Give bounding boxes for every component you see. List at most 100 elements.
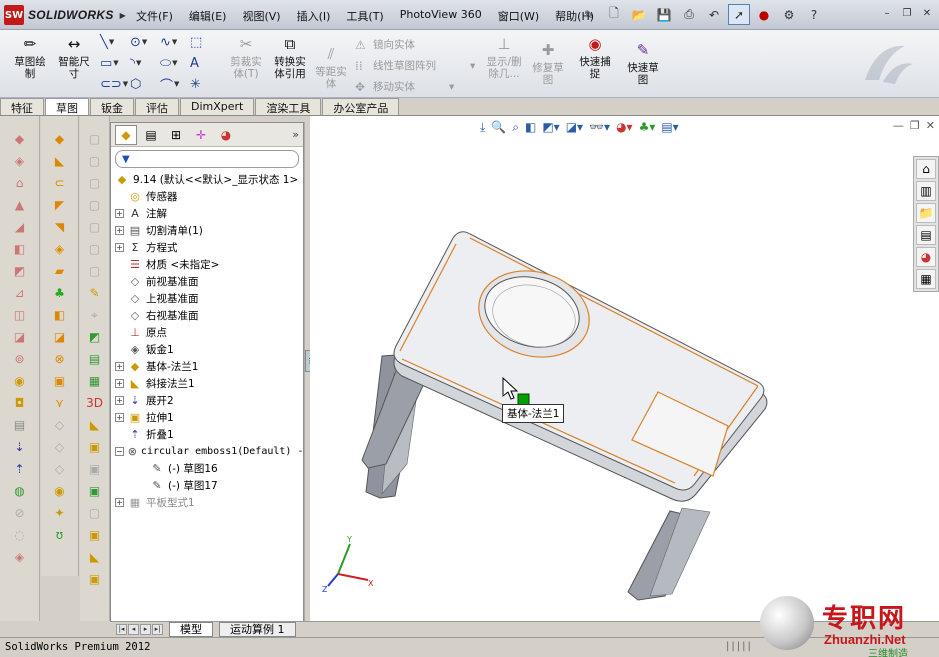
tree-item[interactable]: + ▣ 拉伸1 bbox=[111, 409, 303, 426]
3d-sketch-icon[interactable]: 3D bbox=[86, 394, 104, 412]
box-outline-5-icon[interactable]: ▢ bbox=[86, 218, 104, 236]
misc-tool-icon[interactable]: ◈ bbox=[11, 548, 29, 566]
instant3d-icon[interactable]: ◍ bbox=[11, 482, 29, 500]
fold-tool-icon[interactable]: ⋎ bbox=[51, 394, 69, 412]
tab-model[interactable]: 模型 bbox=[169, 622, 213, 637]
layer-icon[interactable]: ▤ bbox=[86, 350, 104, 368]
block-5-icon[interactable]: ▣ bbox=[86, 526, 104, 544]
close-icon[interactable]: ✕ bbox=[919, 6, 935, 21]
flatten-icon[interactable]: ◇ bbox=[51, 416, 69, 434]
linear-pattern-button[interactable]: ⁞⁞ 线性草图阵列 ▾ bbox=[355, 55, 475, 76]
sketch-button[interactable]: ✏ 草图绘 制 bbox=[8, 34, 52, 81]
expand-icon[interactable]: + bbox=[115, 243, 124, 252]
menu-tools[interactable]: 工具(T) bbox=[338, 6, 391, 26]
base-flange-tool-icon[interactable]: ◆ bbox=[51, 130, 69, 148]
next-tab-icon[interactable]: ▸ bbox=[140, 624, 151, 635]
hole-icon[interactable]: ⊚ bbox=[11, 350, 29, 368]
solidworks-resources-icon[interactable]: ⌂ bbox=[916, 159, 936, 179]
block-4-icon[interactable]: ▢ bbox=[86, 504, 104, 522]
quick-snaps-button[interactable]: ◉ 快速捕 捉 bbox=[574, 34, 616, 81]
expand-icon[interactable]: + bbox=[115, 226, 124, 235]
unfold-tool-icon[interactable]: ▣ bbox=[51, 372, 69, 390]
move-entities-button[interactable]: ✥ 移动实体 ▾ bbox=[355, 76, 475, 97]
menu-edit[interactable]: 编辑(E) bbox=[181, 6, 235, 26]
cross-break-icon[interactable]: ▰ bbox=[51, 262, 69, 280]
sweep-icon[interactable]: ⌂ bbox=[11, 174, 29, 192]
lofted-bend-icon[interactable]: ♣ bbox=[51, 284, 69, 302]
design-library-icon[interactable]: ▥ bbox=[916, 181, 936, 201]
tree-item[interactable]: ✎ (-) 草图17 bbox=[111, 477, 303, 494]
slot-icon[interactable]: ⊂⊃ ▼ bbox=[100, 75, 130, 93]
tab-dimxpert[interactable]: DimXpert bbox=[180, 98, 255, 115]
expand-icon[interactable]: + bbox=[115, 498, 124, 507]
spline-icon[interactable]: ∿ ▼ bbox=[160, 33, 190, 51]
mate-icon[interactable]: ◩ bbox=[86, 328, 104, 346]
circle-icon[interactable]: ⊙ ▼ bbox=[130, 33, 160, 51]
property-manager-tab-icon[interactable]: ▤ bbox=[140, 125, 162, 145]
appearances-icon[interactable]: ◕ bbox=[916, 247, 936, 267]
sketched-bend-icon[interactable]: ◈ bbox=[51, 240, 69, 258]
convert-entities-button[interactable]: ⧉ 转换实 体引用 bbox=[270, 34, 310, 81]
block-2-icon[interactable]: ▣ bbox=[86, 460, 104, 478]
menu-view[interactable]: 视图(V) bbox=[234, 6, 288, 26]
tree-item[interactable]: ◇ 前视基准面 bbox=[111, 273, 303, 290]
box-outline-6-icon[interactable]: ▢ bbox=[86, 240, 104, 258]
feature-tree-filter[interactable]: ▼ bbox=[115, 150, 299, 168]
insert-bends-icon[interactable]: ◉ bbox=[51, 482, 69, 500]
loft-icon[interactable]: ▲ bbox=[11, 196, 29, 214]
vent-icon[interactable]: ✦ bbox=[51, 504, 69, 522]
mirror-feature-icon[interactable]: ▤ bbox=[11, 416, 29, 434]
box-outline-icon[interactable]: ▢ bbox=[86, 130, 104, 148]
rapid-sketch-button[interactable]: ✎ 快速草 图 bbox=[622, 40, 664, 87]
menu-file[interactable]: 文件(F) bbox=[128, 6, 181, 26]
disabled-tool-icon[interactable]: ⊘ bbox=[11, 504, 29, 522]
tab-features[interactable]: 特征 bbox=[0, 98, 44, 115]
graphics-viewport[interactable]: ⤓ 🔍 ⌕ ◧ ◩▾ ◪▾ 👓▾ ◕▾ ♣▾ ▤▾ — ❐ ✕ Y X Z 基体… bbox=[310, 116, 939, 621]
collapse-icon[interactable]: − bbox=[115, 447, 124, 456]
mirror-entities-button[interactable]: ⚠ 镜向实体 bbox=[355, 34, 475, 55]
traffic-light-icon[interactable]: ● bbox=[753, 4, 775, 25]
configuration-manager-tab-icon[interactable]: ⊞ bbox=[165, 125, 187, 145]
last-tab-icon[interactable]: ▸| bbox=[152, 624, 163, 635]
minimize-icon[interactable]: – bbox=[879, 6, 895, 21]
jog-icon[interactable]: ◥ bbox=[51, 218, 69, 236]
miter-flange-tool-icon[interactable]: ⊂ bbox=[51, 174, 69, 192]
menu-photoview[interactable]: PhotoView 360 bbox=[392, 6, 490, 26]
box-outline-7-icon[interactable]: ▢ bbox=[86, 262, 104, 280]
convert-to-sheet-icon[interactable]: ʊ bbox=[51, 526, 69, 544]
offset-entities-button[interactable]: ⫽ 等距实 体 bbox=[312, 44, 350, 91]
grid-icon[interactable]: ▦ bbox=[86, 372, 104, 390]
file-explorer-icon[interactable]: 📁 bbox=[916, 203, 936, 223]
dome-icon[interactable]: ◉ bbox=[11, 372, 29, 390]
disabled-tool-2-icon[interactable]: ◌ bbox=[11, 526, 29, 544]
draft-icon[interactable]: ◪ bbox=[11, 328, 29, 346]
hem-icon[interactable]: ◤ bbox=[51, 196, 69, 214]
smart-dimension-button[interactable]: ↔ 智能尺 寸 bbox=[54, 34, 94, 81]
arc-icon[interactable]: ◝ ▼ bbox=[130, 54, 160, 72]
tree-item[interactable]: ◈ 钣金1 bbox=[111, 341, 303, 358]
tree-item[interactable]: ◎ 传感器 bbox=[111, 188, 303, 205]
polygon-icon[interactable]: ⬡ bbox=[130, 75, 160, 93]
prev-tab-icon[interactable]: ◂ bbox=[128, 624, 139, 635]
open-icon[interactable]: 📂 bbox=[628, 4, 650, 25]
block-7-icon[interactable]: ▣ bbox=[86, 570, 104, 588]
tree-item[interactable]: ◇ 上视基准面 bbox=[111, 290, 303, 307]
forming-tool-icon[interactable]: ⊗ bbox=[51, 350, 69, 368]
expand-icon[interactable]: + bbox=[115, 209, 124, 218]
tree-item[interactable]: + ▦ 平板型式1 bbox=[111, 494, 303, 511]
tab-motion-study[interactable]: 运动算例 1 bbox=[219, 622, 296, 637]
reference-icon[interactable]: ⇣ bbox=[11, 438, 29, 456]
point-icon[interactable]: ✳ bbox=[190, 75, 220, 93]
first-tab-icon[interactable]: |◂ bbox=[116, 624, 127, 635]
tree-item[interactable]: + Σ 方程式 bbox=[111, 239, 303, 256]
fillet-feature-icon[interactable]: ◧ bbox=[11, 240, 29, 258]
tree-item[interactable]: − ⊗ circular emboss1(Default) - bbox=[111, 443, 303, 460]
rectangle-icon[interactable]: ▭ ▼ bbox=[100, 54, 130, 72]
tree-item[interactable]: + A 注解 bbox=[111, 205, 303, 222]
save-icon[interactable]: 💾 bbox=[653, 4, 675, 25]
edge-flange-icon[interactable]: ◣ bbox=[51, 152, 69, 170]
corner-icon[interactable]: ◧ bbox=[51, 306, 69, 324]
tree-item[interactable]: + ⇣ 展开2 bbox=[111, 392, 303, 409]
feature-tree-tab-icon[interactable]: ◆ bbox=[115, 124, 137, 145]
app-logo[interactable]: SW SOLIDWORKS ▶ bbox=[4, 5, 126, 25]
